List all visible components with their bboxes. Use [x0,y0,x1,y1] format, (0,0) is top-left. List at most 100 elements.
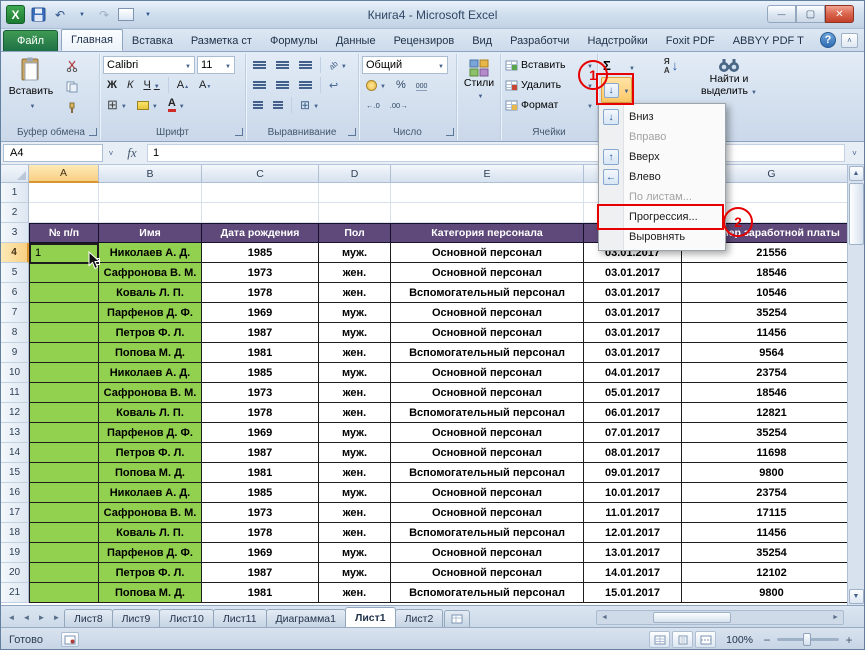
fill-menu-item-justify[interactable]: Выровнять [599,227,725,247]
row-header-9[interactable]: 9 [1,343,29,363]
cell-C5[interactable]: 1973 [202,263,319,283]
row-header-20[interactable]: 20 [1,563,29,583]
cell-C14[interactable]: 1987 [202,443,319,463]
cell-E20[interactable]: Основной персонал [391,563,584,583]
increase-decimal-button[interactable] [362,96,384,114]
cell-D1[interactable] [319,183,391,203]
align-top-button[interactable] [249,56,270,74]
merge-center-button[interactable] [296,96,323,114]
fill-color-button[interactable] [133,96,162,114]
sheet-tab-sheet1[interactable]: Лист1 [345,607,396,627]
cell-B1[interactable] [99,183,202,203]
align-right-button[interactable] [295,76,316,94]
format-painter-button[interactable] [59,99,85,117]
cell-F5[interactable]: 03.01.2017 [584,263,682,283]
align-bottom-button[interactable] [295,56,316,74]
cell-B8[interactable]: Петров Ф. Л. [99,323,202,343]
cell-B20[interactable]: Петров Ф. Л. [99,563,202,583]
cell-B6[interactable]: Коваль Л. П. [99,283,202,303]
cell-D8[interactable]: муж. [319,323,391,343]
close-button[interactable] [825,5,854,23]
cell-G15[interactable]: 9800 [682,463,849,483]
cell-C11[interactable]: 1973 [202,383,319,403]
cell-A18[interactable] [29,523,99,543]
ribbon-tab-addins[interactable]: Надстройки [578,31,656,51]
ribbon-tab-view[interactable]: Вид [463,31,501,51]
cell-B14[interactable]: Петров Ф. Л. [99,443,202,463]
cell-B16[interactable]: Николаев А. Д. [99,483,202,503]
cell-D11[interactable]: жен. [319,383,391,403]
row-header-8[interactable]: 8 [1,323,29,343]
cell-C9[interactable]: 1981 [202,343,319,363]
cell-C16[interactable]: 1985 [202,483,319,503]
cell-B9[interactable]: Попова М. Д. [99,343,202,363]
scroll-right-icon[interactable]: ► [829,612,842,623]
grow-font-button[interactable]: А [173,76,193,94]
cell-G17[interactable]: 17115 [682,503,849,523]
row-header-7[interactable]: 7 [1,303,29,323]
macro-record-button[interactable] [61,632,79,647]
cell-G13[interactable]: 35254 [682,423,849,443]
horizontal-scrollbar-thumb[interactable] [653,612,731,623]
cell-A9[interactable] [29,343,99,363]
cell-F14[interactable]: 08.01.2017 [584,443,682,463]
orientation-button[interactable] [325,56,351,74]
cell-B15[interactable]: Попова М. Д. [99,463,202,483]
ribbon-tab-file[interactable]: Файл [3,30,58,51]
insert-function-button[interactable]: fx [119,145,145,161]
cell-E8[interactable]: Основной персонал [391,323,584,343]
cell-A8[interactable] [29,323,99,343]
insert-cells-button[interactable]: Вставить [505,56,593,74]
cell-C18[interactable]: 1978 [202,523,319,543]
clipboard-dialog-launcher[interactable] [89,128,97,136]
cell-A14[interactable] [29,443,99,463]
cell-B13[interactable]: Парфенов Д. Ф. [99,423,202,443]
cell-G11[interactable]: 18546 [682,383,849,403]
cell-B2[interactable] [99,203,202,223]
ribbon-tab-page-layout[interactable]: Разметка ст [182,31,261,51]
row-header-14[interactable]: 14 [1,443,29,463]
row-header-3[interactable]: 3 [1,223,29,243]
row-header-4[interactable]: 4 [1,243,29,263]
cell-A15[interactable] [29,463,99,483]
name-box-dropdown-icon[interactable] [105,144,117,162]
decrease-decimal-button[interactable] [386,96,412,114]
cell-F9[interactable]: 03.01.2017 [584,343,682,363]
cell-A13[interactable] [29,423,99,443]
cell-A19[interactable] [29,543,99,563]
alignment-dialog-launcher[interactable] [348,128,356,136]
cell-E6[interactable]: Вспомогательный персонал [391,283,584,303]
cell-G5[interactable]: 18546 [682,263,849,283]
ribbon-tab-insert[interactable]: Вставка [123,31,182,51]
cell-E5[interactable]: Основной персонал [391,263,584,283]
cell-G20[interactable]: 12102 [682,563,849,583]
cell-E1[interactable] [391,183,584,203]
font-dialog-launcher[interactable] [235,128,243,136]
vertical-scrollbar-thumb[interactable] [849,183,864,245]
zoom-in-icon[interactable]: + [844,635,854,645]
cell-C7[interactable]: 1969 [202,303,319,323]
expand-formula-bar-icon[interactable] [847,144,862,162]
cell-F10[interactable]: 04.01.2017 [584,363,682,383]
sheet-tab-sheet10[interactable]: Лист10 [159,609,214,627]
last-sheet-icon[interactable] [49,609,64,625]
find-select-button[interactable]: Найти и выделить [698,56,760,100]
sheet-tab-sheet8[interactable]: Лист8 [64,609,113,627]
zoom-thumb[interactable] [803,633,811,646]
select-all-button[interactable] [1,165,29,183]
ribbon-tab-home[interactable]: Главная [61,29,123,51]
cell-C17[interactable]: 1973 [202,503,319,523]
cell-D13[interactable]: муж. [319,423,391,443]
accounting-format-button[interactable] [362,76,390,94]
horizontal-scrollbar[interactable]: ◄ ► [596,610,844,625]
cell-A1[interactable] [29,183,99,203]
fill-menu-item-up[interactable]: ↑Вверх [599,147,725,167]
cell-C19[interactable]: 1969 [202,543,319,563]
cell-D3[interactable]: Пол [319,223,391,243]
row-header-11[interactable]: 11 [1,383,29,403]
cell-G10[interactable]: 23754 [682,363,849,383]
row-header-13[interactable]: 13 [1,423,29,443]
cell-B17[interactable]: Сафронова В. М. [99,503,202,523]
cell-F15[interactable]: 09.01.2017 [584,463,682,483]
cell-B7[interactable]: Парфенов Д. Ф. [99,303,202,323]
